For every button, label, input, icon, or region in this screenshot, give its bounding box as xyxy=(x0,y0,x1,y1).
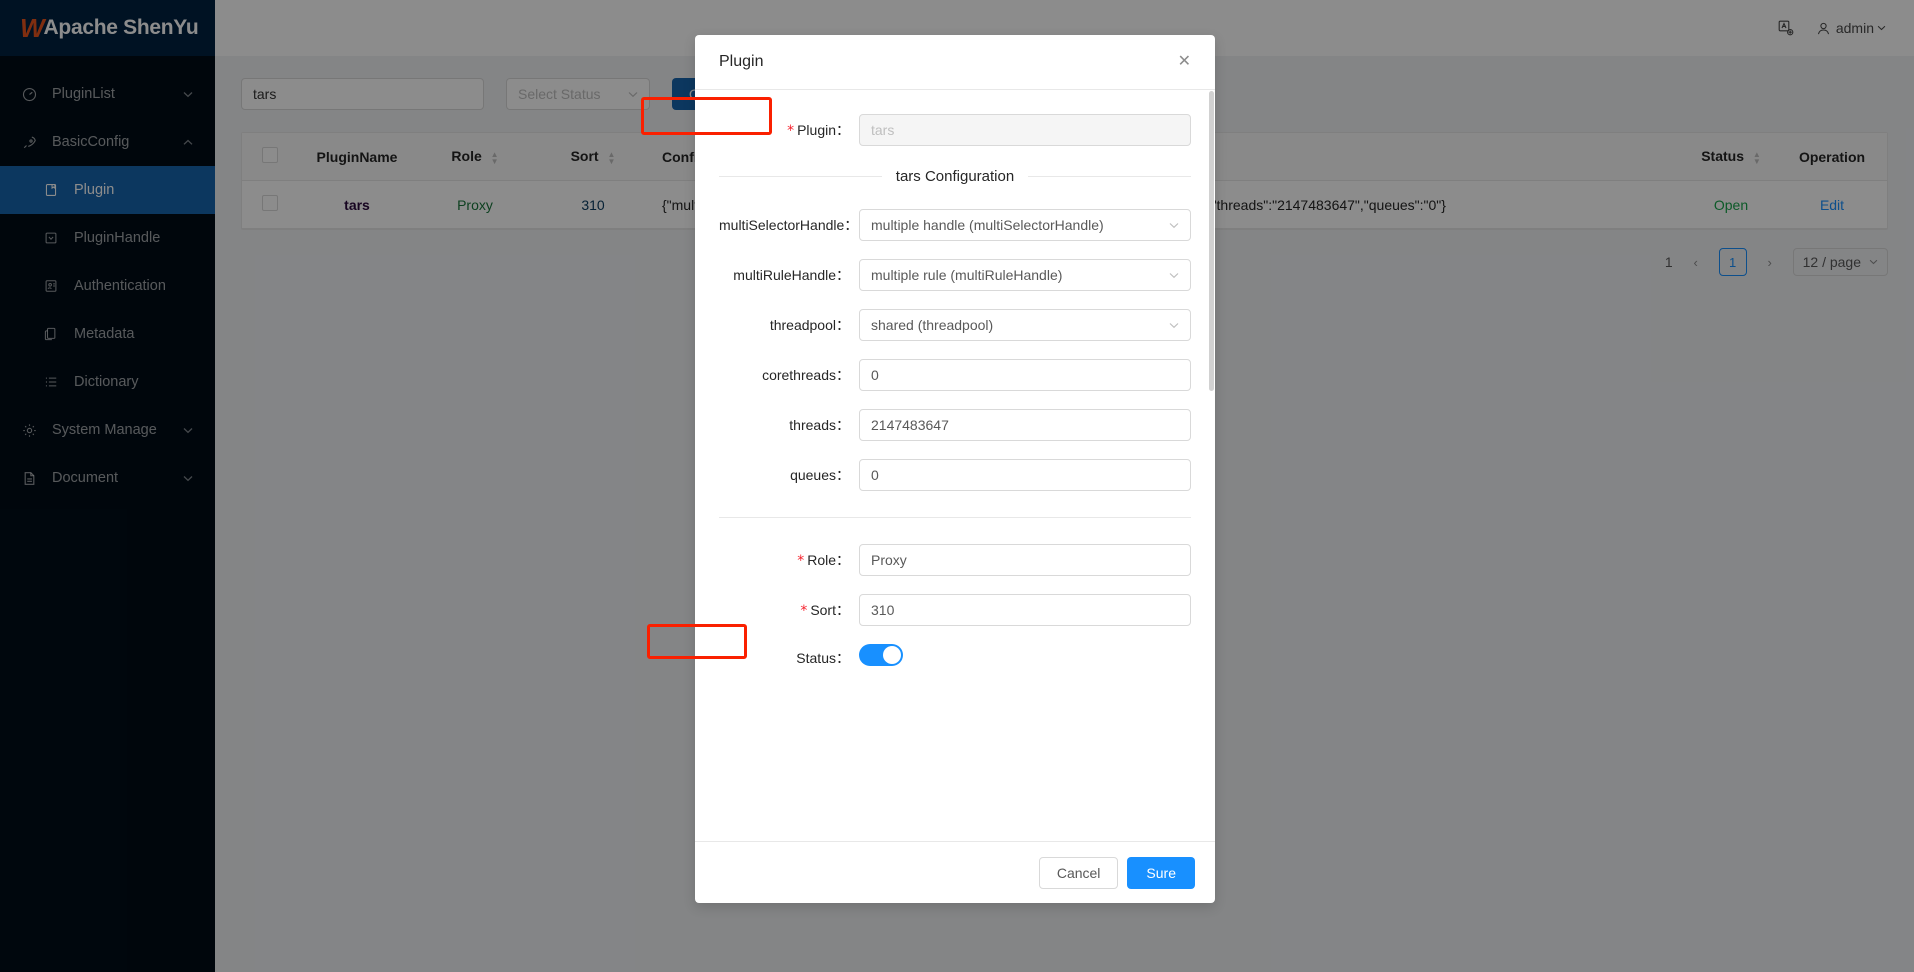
cancel-button[interactable]: Cancel xyxy=(1038,856,1119,889)
modal-scrollbar[interactable] xyxy=(1209,91,1214,391)
multiselectorhandle-control: multiple handle (multiSelectorHandle) xyxy=(859,209,1191,241)
sort-label: * Sort： xyxy=(719,600,859,620)
plugin-label-text: Plugin xyxy=(797,122,836,138)
label-colon: ： xyxy=(836,649,850,666)
multiselectorhandle-value: multiple handle (multiSelectorHandle) xyxy=(871,217,1104,233)
status-toggle[interactable] xyxy=(859,644,903,666)
corethreads-label: corethreads： xyxy=(719,365,859,385)
multirulehandle-control: multiple rule (multiRuleHandle) xyxy=(859,259,1191,291)
status-control xyxy=(859,644,1191,671)
sort-value: 310 xyxy=(871,602,895,618)
threads-control: 2147483647 xyxy=(859,409,1191,441)
plugin-field-control: tars xyxy=(859,114,1191,146)
sure-button[interactable]: Sure xyxy=(1127,856,1195,889)
plugin-input-value: tars xyxy=(871,122,895,138)
queues-value: 0 xyxy=(871,467,879,483)
sort-label-text: Sort xyxy=(810,602,836,618)
corethreads-input[interactable]: 0 xyxy=(859,359,1191,391)
label-colon: ： xyxy=(836,602,850,618)
status-toggle-knob xyxy=(883,646,901,664)
label-colon: ： xyxy=(844,217,859,233)
plugin-modal: Plugin ✕ * Plugin： tars tars Configuratio… xyxy=(695,35,1215,903)
configuration-section-label: tars Configuration xyxy=(895,168,1015,185)
role-label-text: Role xyxy=(807,552,836,568)
multiselectorhandle-label-text: multiSelectorHandle xyxy=(719,217,845,233)
form-row-threads: threads： 2147483647 xyxy=(719,409,1191,441)
form-row-role: * Role： Proxy xyxy=(719,544,1191,576)
multirulehandle-label-text: multiRuleHandle xyxy=(733,267,836,283)
threadpool-select[interactable]: shared (threadpool) xyxy=(859,309,1191,341)
modal-body: * Plugin： tars tars Configuration multiSe… xyxy=(695,90,1215,841)
threads-label-text: threads xyxy=(789,417,836,433)
threadpool-value: shared (threadpool) xyxy=(871,317,994,333)
queues-label-text: queues xyxy=(790,467,836,483)
multirulehandle-label: multiRuleHandle： xyxy=(719,265,859,285)
modal-title: Plugin xyxy=(719,53,764,70)
corethreads-value: 0 xyxy=(871,367,879,383)
sort-control: 310 xyxy=(859,594,1191,626)
app-root: W Apache ShenYu PluginList BasicConfig P… xyxy=(0,0,1914,972)
chevron-down-icon xyxy=(1169,272,1179,279)
threads-input[interactable]: 2147483647 xyxy=(859,409,1191,441)
close-icon[interactable]: ✕ xyxy=(1178,54,1191,70)
plugin-label: * Plugin： xyxy=(719,120,859,140)
chevron-down-icon xyxy=(1169,222,1179,229)
required-mark: * xyxy=(800,603,808,619)
role-input[interactable]: Proxy xyxy=(859,544,1191,576)
corethreads-label-text: corethreads xyxy=(762,367,836,383)
status-label: Status： xyxy=(719,648,859,668)
queues-label: queues： xyxy=(719,465,859,485)
multiselectorhandle-select[interactable]: multiple handle (multiSelectorHandle) xyxy=(859,209,1191,241)
multirulehandle-select[interactable]: multiple rule (multiRuleHandle) xyxy=(859,259,1191,291)
configuration-section-title: tars Configuration xyxy=(719,168,1191,185)
form-divider xyxy=(719,517,1191,518)
chevron-down-icon xyxy=(1169,322,1179,329)
label-colon: ： xyxy=(836,317,850,333)
threads-label: threads： xyxy=(719,415,859,435)
form-row-corethreads: corethreads： 0 xyxy=(719,359,1191,391)
form-row-plugin: * Plugin： tars xyxy=(719,114,1191,146)
form-row-queues: queues： 0 xyxy=(719,459,1191,491)
threadpool-label-text: threadpool xyxy=(769,317,836,333)
queues-input[interactable]: 0 xyxy=(859,459,1191,491)
corethreads-control: 0 xyxy=(859,359,1191,391)
role-control: Proxy xyxy=(859,544,1191,576)
queues-control: 0 xyxy=(859,459,1191,491)
label-colon: ： xyxy=(836,417,850,433)
threadpool-label: threadpool： xyxy=(719,315,859,335)
label-colon: ： xyxy=(836,367,850,383)
form-row-status: Status： xyxy=(719,644,1191,671)
form-row-threadpool: threadpool： shared (threadpool) xyxy=(719,309,1191,341)
label-colon: ： xyxy=(836,467,850,483)
modal-header: Plugin ✕ xyxy=(695,35,1215,90)
form-row-multirulehandle: multiRuleHandle： multiple rule (multiRul… xyxy=(719,259,1191,291)
role-value: Proxy xyxy=(871,552,907,568)
sort-input[interactable]: 310 xyxy=(859,594,1191,626)
multiselectorhandle-label: multiSelectorHandle： xyxy=(719,215,859,235)
plugin-input: tars xyxy=(859,114,1191,146)
label-colon: ： xyxy=(836,267,850,283)
label-colon: ： xyxy=(836,552,850,568)
modal-footer: Cancel Sure xyxy=(695,841,1215,903)
label-colon: ： xyxy=(836,122,850,138)
status-label-text: Status xyxy=(796,649,836,666)
threadpool-control: shared (threadpool) xyxy=(859,309,1191,341)
required-mark: * xyxy=(787,123,795,139)
multirulehandle-value: multiple rule (multiRuleHandle) xyxy=(871,267,1063,283)
form-row-sort: * Sort： 310 xyxy=(719,594,1191,626)
role-label: * Role： xyxy=(719,550,859,570)
form-row-multiselectorhandle: multiSelectorHandle： multiple handle (mu… xyxy=(719,209,1191,241)
threads-value: 2147483647 xyxy=(871,417,949,433)
required-mark: * xyxy=(797,553,805,569)
